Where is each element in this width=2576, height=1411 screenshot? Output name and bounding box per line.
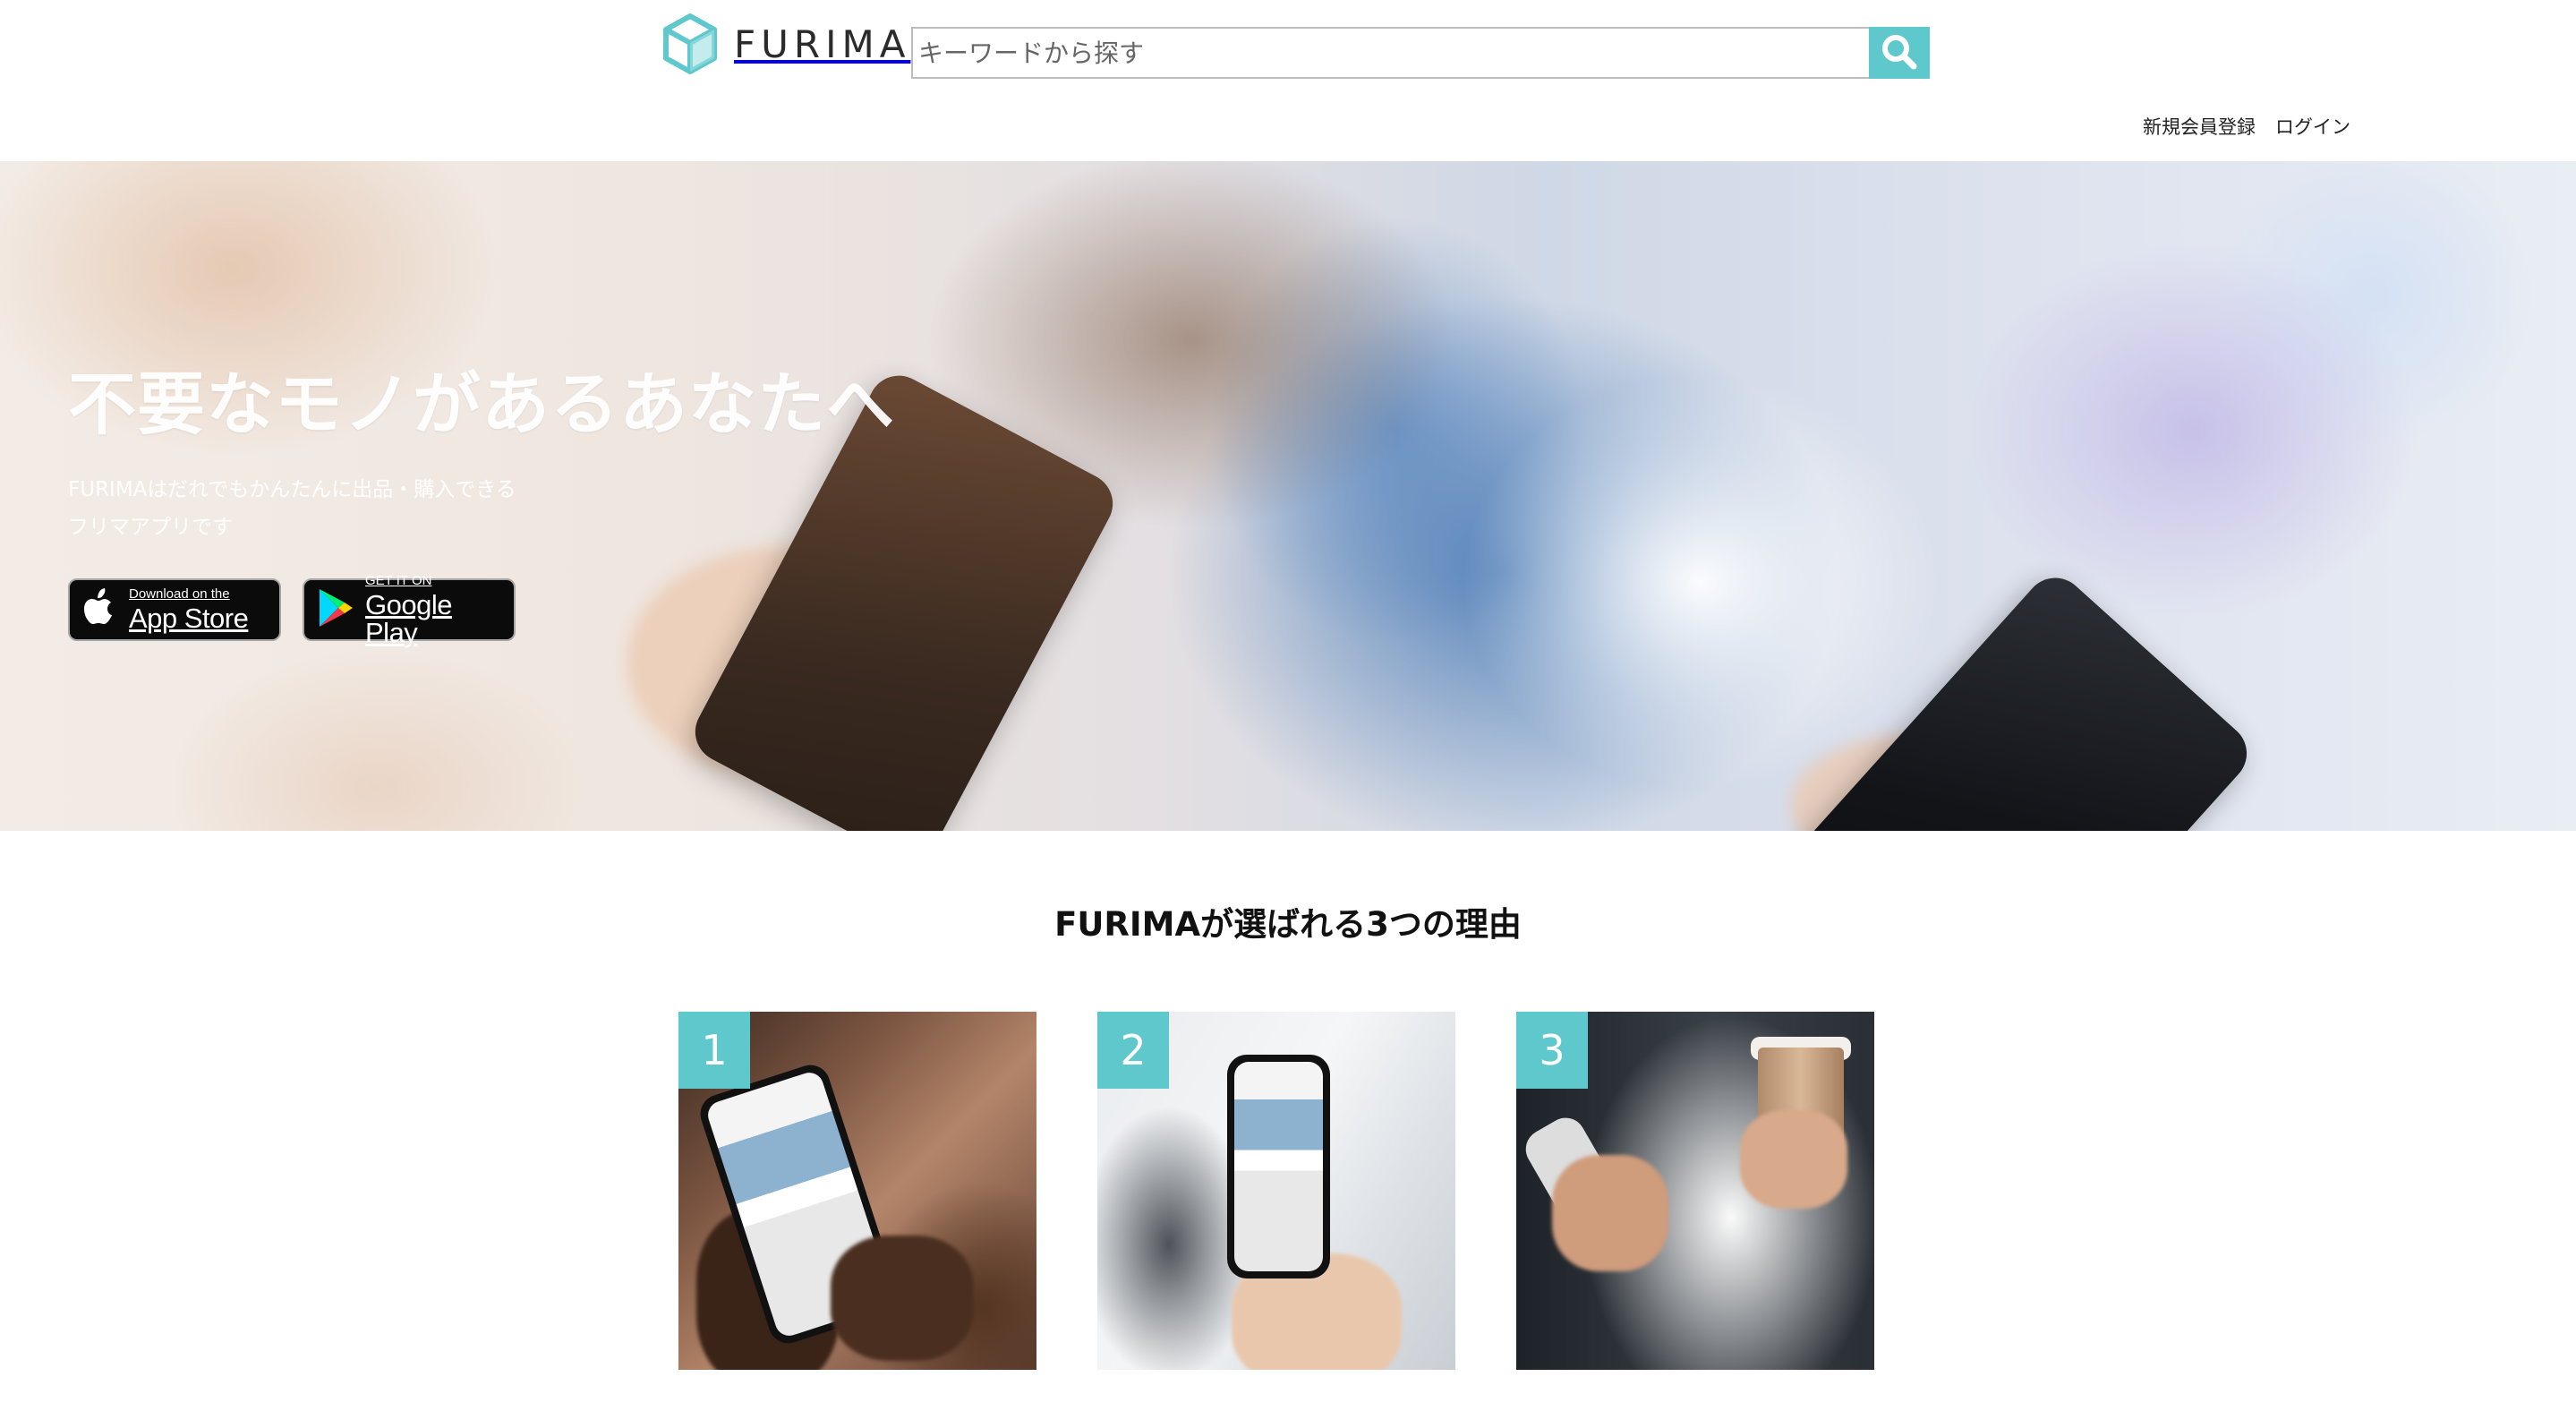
user-nav: 新規会員登録 ログイン [2143, 113, 2350, 140]
reasons-title: FURIMAが選ばれる3つの理由 [1054, 905, 1522, 944]
reason-photo-2-screen [1234, 1062, 1323, 1271]
hero-photo-phone-right [1795, 565, 2260, 831]
google-play-small-text: GET IT ON [365, 572, 432, 588]
google-play-large-text: Google Play [365, 588, 452, 648]
google-play-icon [317, 587, 354, 632]
store-buttons: Download on the App Store GET IT ON Goog… [68, 574, 895, 646]
hero-subtitle: FURIMAはだれでもかんたんに出品・購入できる フリマアプリです [68, 471, 895, 546]
reason-card-2: 2 [1097, 1012, 1455, 1370]
reasons-list: 1 2 3 [678, 1012, 1874, 1370]
google-play-badge[interactable]: GET IT ON Google Play [303, 574, 516, 646]
logo-cube-icon [662, 13, 718, 74]
reason-photo-3-hand-right [1740, 1110, 1847, 1209]
search-form [911, 27, 1930, 79]
app-store-large-text: App Store [129, 603, 249, 634]
reason-photo-1-hand-right [831, 1236, 974, 1361]
reason-number-1: 1 [678, 1012, 750, 1089]
search-button[interactable] [1869, 27, 1930, 79]
hero-subtitle-line-2: フリマアプリです [68, 516, 233, 539]
app-store-small-text: Download on the [129, 586, 230, 602]
reason-number-3: 3 [1516, 1012, 1588, 1089]
hero-subtitle-line-1: FURIMAはだれでもかんたんに出品・購入できる [68, 478, 516, 501]
search-icon [1880, 32, 1919, 74]
app-store-badge[interactable]: Download on the App Store [68, 578, 281, 641]
reason-number-2: 2 [1097, 1012, 1169, 1089]
signup-link[interactable]: 新規会員登録 [2143, 113, 2256, 140]
site-header: FURIMA 新規会員登録 ログイン [0, 0, 2576, 161]
hero-banner: 不要なモノがあるあなたへ FURIMAはだれでもかんたんに出品・購入できる フリ… [0, 161, 2576, 831]
reason-card-1: 1 [678, 1012, 1036, 1370]
reason-card-3: 3 [1516, 1012, 1874, 1370]
logo-text: FURIMA [734, 21, 911, 66]
login-link[interactable]: ログイン [2275, 113, 2350, 140]
reason-photo-3-hand-left [1552, 1155, 1668, 1271]
logo[interactable]: FURIMA [662, 13, 910, 75]
hero-title: 不要なモノがあるあなたへ [68, 364, 895, 444]
reason-photo-2-phone [1227, 1055, 1330, 1278]
hero-content: 不要なモノがあるあなたへ FURIMAはだれでもかんたんに出品・購入できる フリ… [68, 349, 895, 646]
apple-icon [82, 586, 118, 633]
search-input[interactable] [911, 27, 1869, 79]
